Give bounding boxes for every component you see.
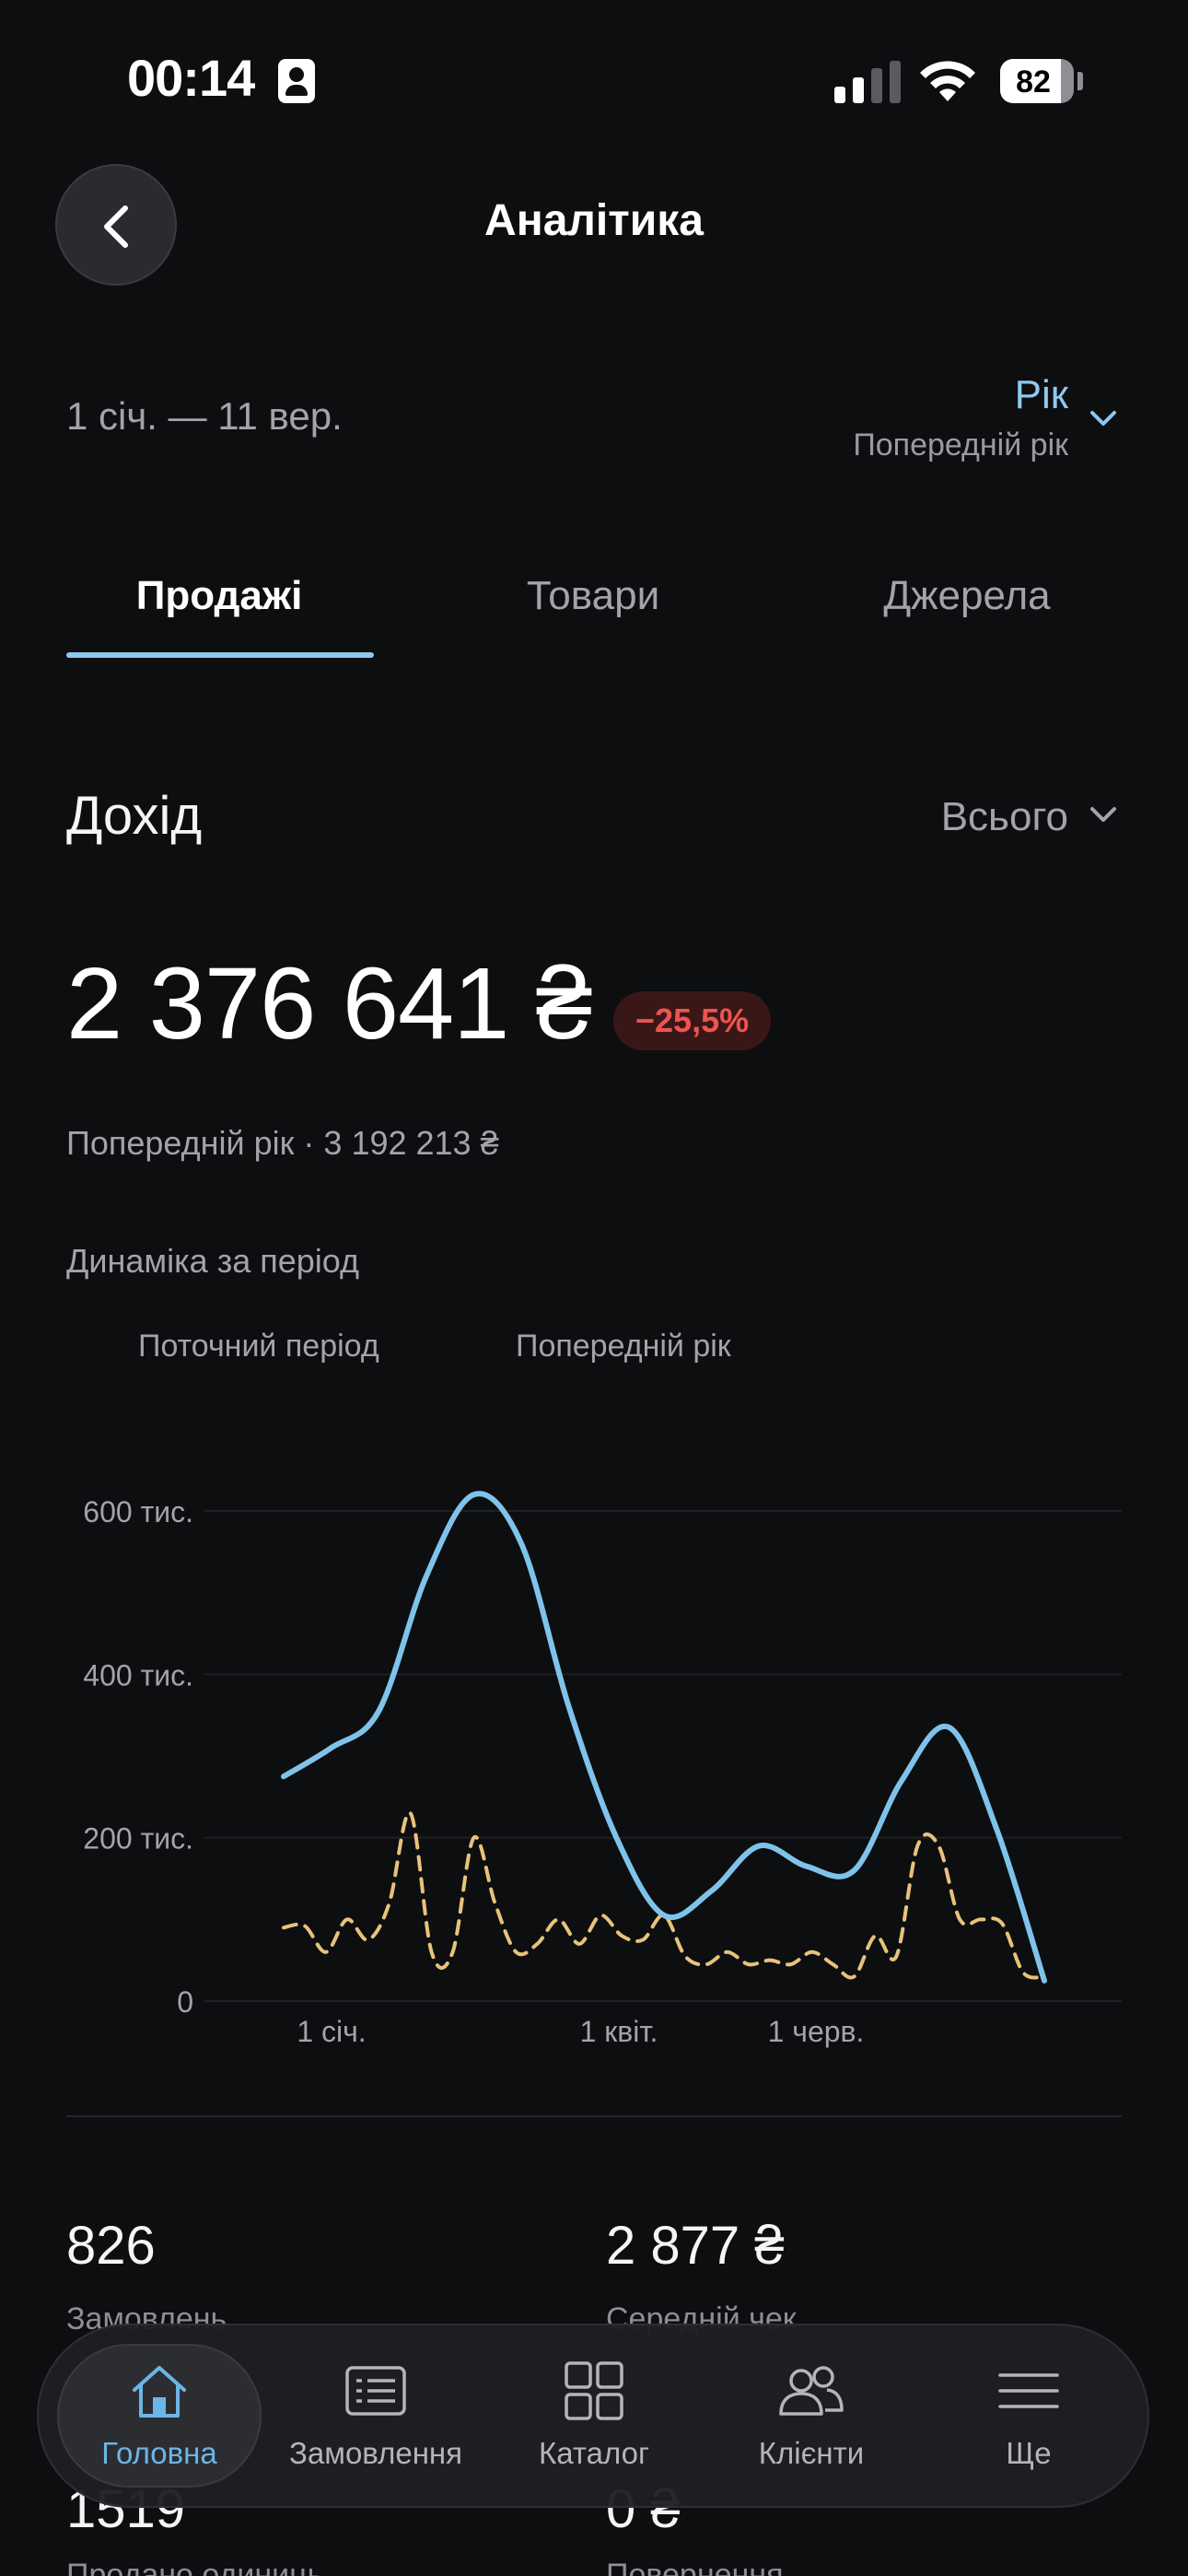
stat-units-label: Продано одиниць [66, 2558, 324, 2576]
home-icon [133, 2366, 186, 2418]
legend-previous: Попередній рік [516, 1329, 731, 1364]
legend-current: Поточний період [138, 1329, 379, 1364]
y-tick-label: 0 [177, 1985, 193, 2019]
wifi-icon [920, 61, 975, 101]
tabbar-item-home[interactable]: Головна [51, 2359, 268, 2471]
stat-avg-check-value: 2 877 ₴ [606, 2216, 785, 2276]
menu-icon [998, 2373, 1059, 2408]
tabbar-item-orders[interactable]: Замовлення [267, 2359, 484, 2471]
y-tick-label: 400 тис. [83, 1658, 193, 1692]
divider [66, 2115, 1122, 2117]
tabbar-label: Головна [101, 2436, 217, 2470]
change-badge: −25,5% [613, 991, 772, 1050]
x-tick-label: 1 квіт. [580, 2015, 658, 2048]
chevron-down-icon[interactable] [1087, 803, 1120, 825]
tabbar-label: Замовлення [288, 2436, 463, 2470]
battery-icon: 82 [1000, 59, 1074, 103]
cellular-signal-icon [834, 61, 901, 103]
tabbar-label: Клієнти [758, 2436, 865, 2470]
tabbar-label: Ще [1006, 2436, 1052, 2470]
tabbar-item-clients[interactable]: Клієнти [703, 2359, 920, 2471]
chart-title: Динаміка за період [66, 1242, 360, 1280]
tab-sales[interactable]: Продажі [33, 573, 405, 619]
tabbar-item-more[interactable]: Ще [920, 2359, 1137, 2471]
y-tick-label: 200 тис. [83, 1822, 193, 1856]
period-selector[interactable]: Рік [1015, 372, 1068, 418]
y-tick-label: 600 тис. [83, 1495, 193, 1528]
stat-returns-label: Повернення [606, 2558, 784, 2576]
battery-nub [1077, 72, 1083, 90]
users-icon [779, 2366, 844, 2416]
tabbar-label: Каталог [539, 2436, 649, 2470]
active-tab-indicator [66, 652, 374, 658]
tab-sources[interactable]: Джерела [781, 573, 1153, 619]
revenue-amount: 2 376 641 ₴ [66, 947, 592, 1060]
stat-orders-value: 826 [66, 2216, 156, 2276]
battery-level: 82 [1016, 64, 1051, 100]
revenue-title: Дохід [66, 786, 203, 846]
orders-icon [345, 2366, 406, 2416]
tab-products[interactable]: Товари [407, 573, 779, 619]
tabbar-item-catalog[interactable]: Каталог [485, 2359, 703, 2471]
revenue-line-chart: 600 тис. 400 тис. 200 тис. 0 1 січ. 1 квіт. 1 … [83, 1491, 1122, 2048]
x-tick-label: 1 черв. [768, 2015, 865, 2048]
series-current-line [281, 1491, 1047, 1984]
chevron-down-icon[interactable] [1087, 407, 1120, 429]
compare-period[interactable]: Попередній рік [853, 427, 1068, 463]
date-range[interactable]: 1 січ. — 11 вер. [66, 394, 343, 439]
contact-card-icon [278, 59, 315, 103]
previous-year-revenue: Попередній рік · 3 192 213 ₴ [66, 1124, 499, 1162]
revenue-filter[interactable]: Всього [941, 794, 1068, 840]
grid-icon [565, 2361, 623, 2420]
status-time: 00:14 [127, 49, 255, 107]
x-tick-label: 1 січ. [297, 2015, 366, 2048]
page-title: Аналітика [484, 196, 704, 245]
